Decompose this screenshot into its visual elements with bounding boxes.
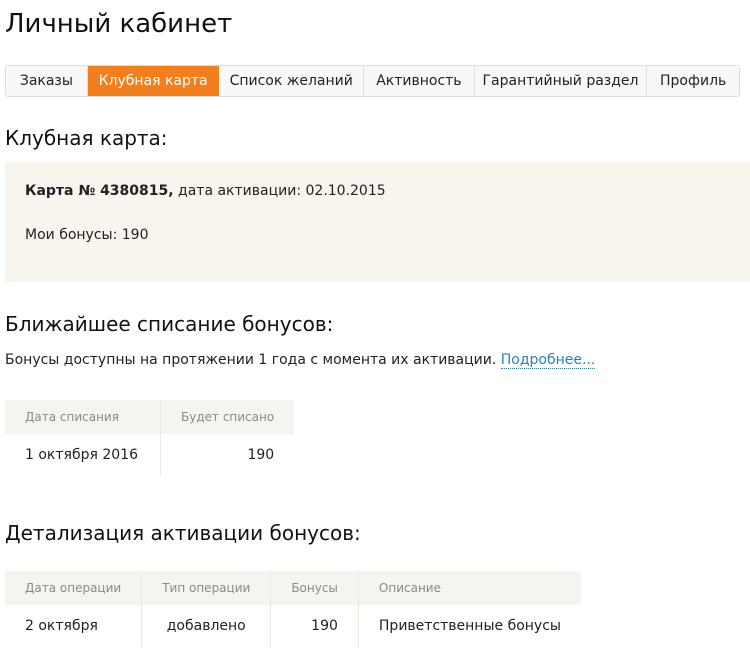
tab-orders[interactable]: Заказы: [6, 66, 88, 96]
bonus-line: Мои бонусы: 190: [25, 227, 149, 243]
column-header: Будет списано: [160, 400, 295, 434]
table-cell: добавлено: [141, 605, 272, 647]
page-title: Личный кабинет: [5, 9, 233, 39]
card-number: Карта № 4380815,: [25, 183, 174, 199]
writeoff-heading: Ближайшее списание бонусов:: [5, 312, 334, 336]
table-cell: 190: [270, 605, 359, 647]
club-card-panel: Карта № 4380815, дата активации: 02.10.2…: [5, 162, 750, 282]
tab-wishlist[interactable]: Список желаний: [219, 66, 365, 96]
card-info-line: Карта № 4380815, дата активации: 02.10.2…: [25, 183, 386, 199]
table-cell: 190: [247, 447, 275, 463]
activation-label: дата активации:: [178, 183, 302, 199]
table-row: 1 октября 2016 190: [5, 434, 294, 476]
table-cell: Приветственные бонусы: [378, 618, 561, 634]
column-header: Дата списания: [5, 400, 161, 434]
tab-activity[interactable]: Активность: [364, 66, 475, 96]
table-header-row: Дата списания Будет списано: [5, 400, 295, 434]
column-header: Описание: [358, 571, 581, 605]
club-card-heading: Клубная карта:: [5, 126, 168, 150]
table-header-row: Дата операции Тип операции Бонусы Описан…: [5, 571, 581, 605]
table-row: 2 октября добавлено 190 Приветственные б…: [5, 605, 581, 647]
more-link[interactable]: Подробнее...: [500, 352, 596, 369]
writeoff-info: Бонусы доступны на протяжении 1 года с м…: [5, 352, 596, 369]
tab-warranty[interactable]: Гарантийный раздел: [475, 66, 648, 96]
writeoff-table: Дата списания Будет списано 1 октября 20…: [5, 400, 295, 476]
writeoff-info-text: Бонусы доступны на протяжении 1 года с м…: [5, 352, 497, 368]
column-header: Дата операции: [5, 571, 143, 605]
tab-profile[interactable]: Профиль: [647, 66, 739, 96]
details-heading: Детализация активации бонусов:: [5, 521, 361, 545]
table-cell: 2 октября: [5, 605, 143, 647]
column-header: Бонусы: [270, 571, 359, 605]
activation-date: 02.10.2015: [305, 183, 386, 199]
table-cell: 1 октября 2016: [5, 434, 161, 476]
column-header: Тип операции: [141, 571, 272, 605]
tab-club-card[interactable]: Клубная карта: [87, 66, 220, 96]
bonus-label: Мои бонусы:: [25, 227, 118, 243]
account-tabs: Заказы Клубная карта Список желаний Акти…: [5, 65, 740, 97]
bonus-value: 190: [121, 227, 149, 243]
details-table: Дата операции Тип операции Бонусы Описан…: [5, 571, 581, 647]
